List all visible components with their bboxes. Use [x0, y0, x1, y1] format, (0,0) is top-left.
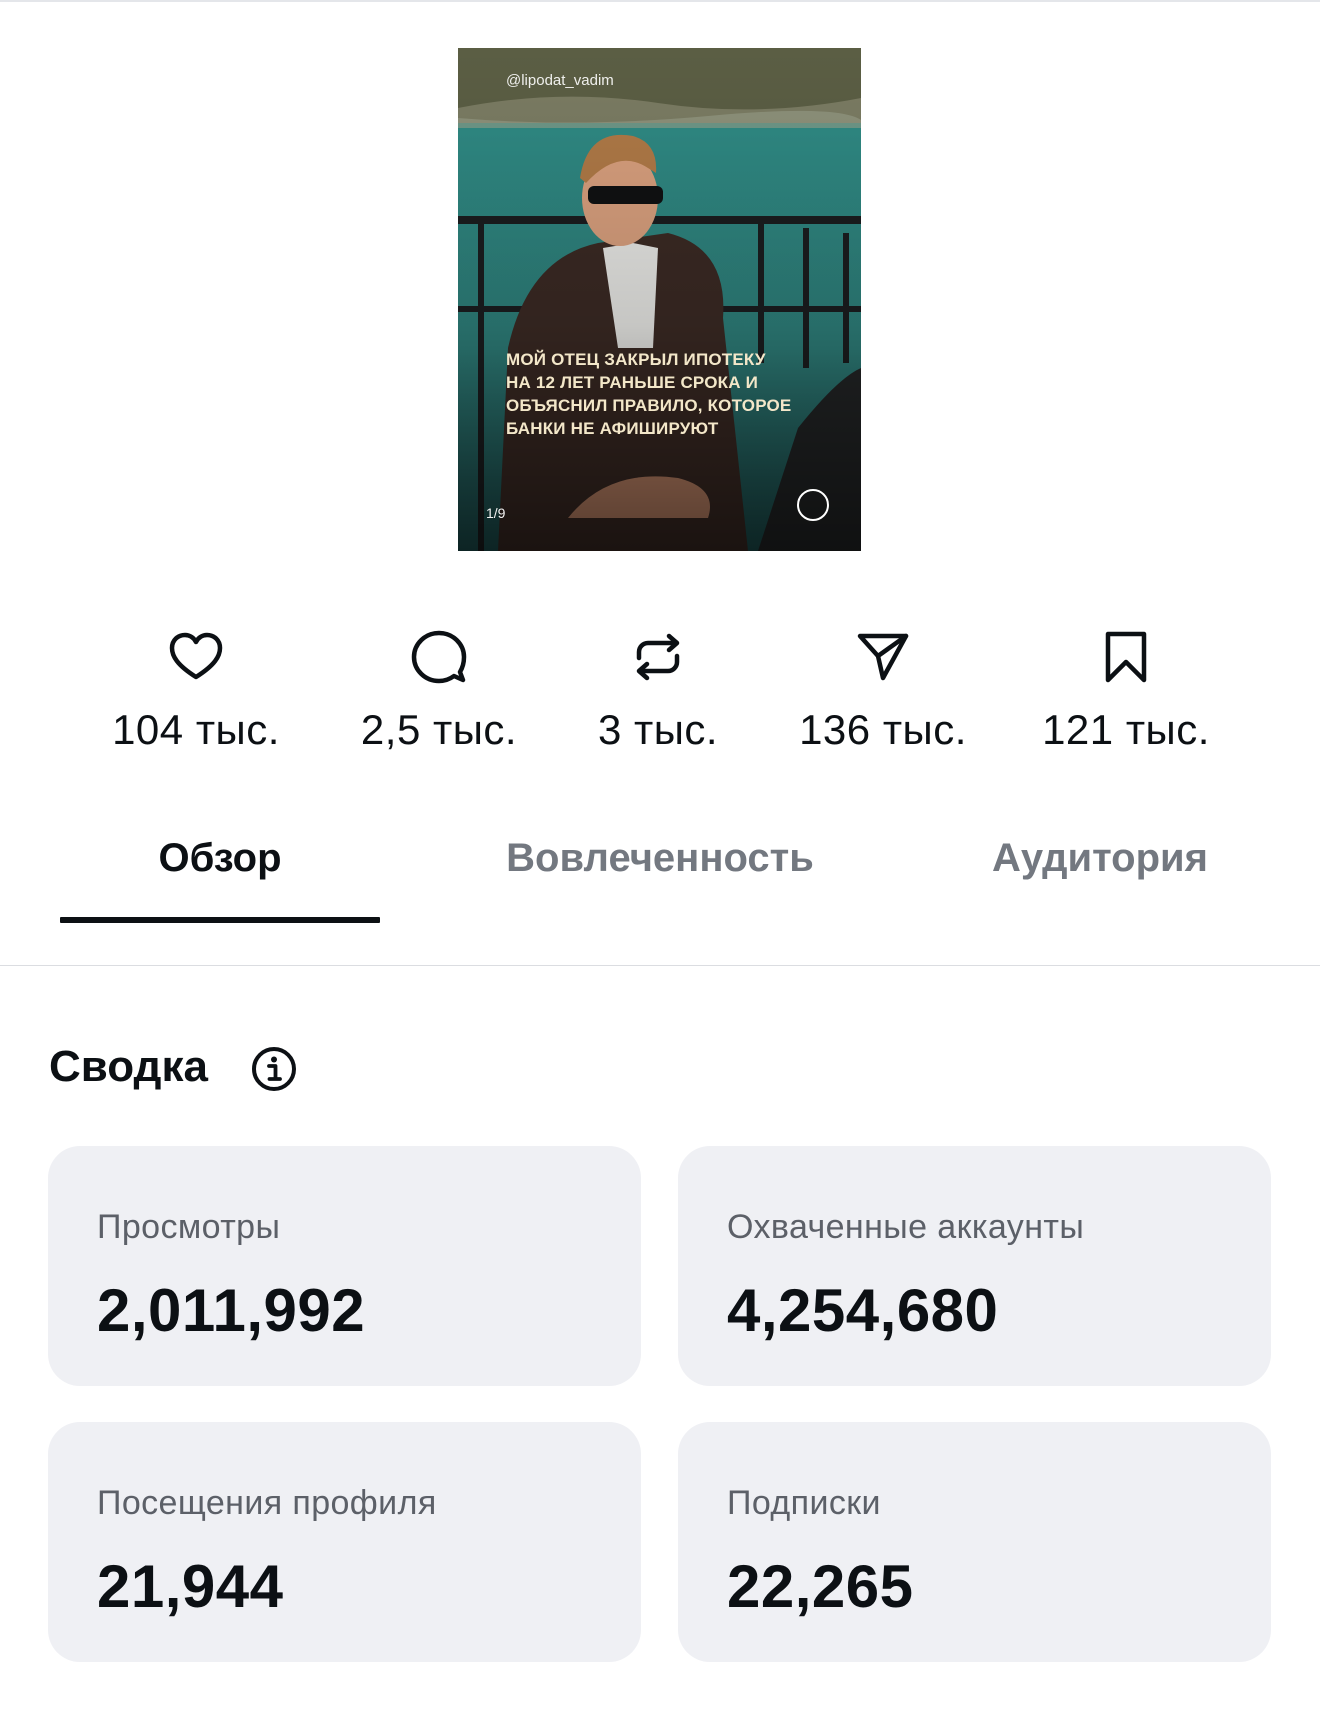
metric-label: Охваченные аккаунты — [727, 1208, 1085, 1246]
top-divider — [0, 0, 1320, 2]
bookmark-icon — [1105, 631, 1147, 683]
metric-value: 22,265 — [727, 1553, 914, 1620]
post-overlay-text: МОЙ ОТЕЦ ЗАКРЫЛ ИПОТЕКУ НА 12 ЛЕТ РАНЬШЕ… — [506, 350, 792, 438]
metric-label: Просмотры — [97, 1208, 281, 1246]
repost-icon — [636, 633, 680, 681]
post-preview-image[interactable]: @lipodat_vadim МОЙ ОТЕЦ ЗАКРЫЛ ИПОТЕКУ Н… — [458, 48, 861, 551]
metric-value: 2,011,992 — [97, 1277, 366, 1344]
share-icon — [857, 633, 909, 681]
metric-card-views[interactable]: Просмотры 2,011,992 — [48, 1146, 641, 1386]
chevron-right-icon — [799, 491, 861, 551]
stat-comments[interactable]: 2,5 тыс. — [319, 628, 559, 754]
comments-count: 2,5 тыс. — [360, 706, 518, 753]
chevron-right-circle-icon[interactable] — [797, 489, 829, 521]
likes-count: 104 тыс. — [112, 706, 280, 753]
info-icon[interactable] — [250, 1045, 298, 1093]
stat-saves[interactable]: 121 тыс. — [1006, 628, 1246, 754]
post-stats-row: 104 тыс. 2,5 тыс. 3 тыс. 136 тыс. 121 ты… — [0, 628, 1320, 768]
insights-tabs: Обзор Вовлеченность Аудитория — [0, 820, 1320, 966]
stat-likes[interactable]: 104 тыс. — [76, 628, 316, 754]
metric-label: Посещения профиля — [97, 1484, 437, 1522]
metric-card-accounts-reached[interactable]: Охваченные аккаунты 4,254,680 — [678, 1146, 1271, 1386]
shares-count: 136 тыс. — [799, 706, 967, 753]
summary-heading: Сводка — [49, 1042, 208, 1091]
carousel-counter: 1/9 — [486, 505, 506, 521]
metric-value: 4,254,680 — [727, 1277, 999, 1344]
heart-icon — [169, 632, 223, 680]
tabs-divider — [0, 965, 1320, 966]
metric-card-profile-visits[interactable]: Посещения профиля 21,944 — [48, 1422, 641, 1662]
metric-value: 21,944 — [97, 1553, 284, 1620]
saves-count: 121 тыс. — [1042, 706, 1210, 753]
reposts-count: 3 тыс. — [597, 706, 719, 753]
metric-label: Подписки — [727, 1484, 881, 1522]
metric-card-follows[interactable]: Подписки 22,265 — [678, 1422, 1271, 1662]
active-tab-indicator — [60, 917, 380, 923]
stat-shares[interactable]: 136 тыс. — [763, 628, 1003, 754]
tab-overview[interactable]: Обзор — [60, 832, 380, 884]
post-photo — [458, 48, 861, 551]
comment-icon — [411, 630, 467, 684]
stat-reposts[interactable]: 3 тыс. — [538, 628, 778, 754]
tab-engagement[interactable]: Вовлеченность — [500, 832, 820, 884]
post-author-handle: @lipodat_vadim — [506, 72, 614, 89]
tab-audience[interactable]: Аудитория — [970, 832, 1230, 884]
